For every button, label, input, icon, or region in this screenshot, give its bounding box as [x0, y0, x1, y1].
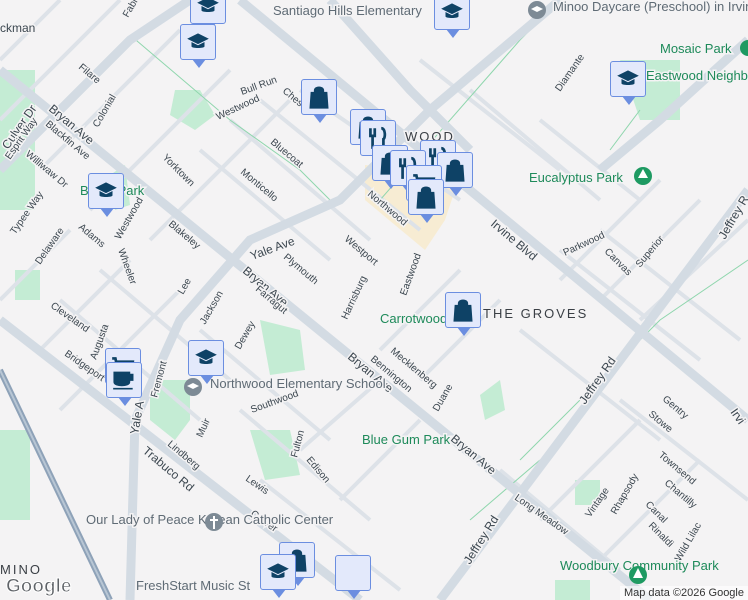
- graduation-cap-icon: [267, 563, 289, 578]
- school-marker[interactable]: [180, 24, 216, 68]
- graduation-cap-icon: [441, 3, 463, 18]
- street-label: Edison: [304, 455, 332, 485]
- street-label: Eastwood: [398, 252, 423, 297]
- park-label-eastwood: Eastwood Neighborhood Park: [646, 68, 748, 83]
- shopping-marker[interactable]: [301, 79, 337, 123]
- school-marker[interactable]: [610, 61, 646, 105]
- street-label: Superior: [634, 233, 667, 270]
- shopping-marker[interactable]: [408, 179, 444, 223]
- street-label: Bryan Ave: [448, 432, 499, 478]
- neighborhood-label: MINO: [0, 562, 42, 577]
- tree-icon: [629, 566, 647, 584]
- park-label-blue-gum: Blue Gum Park: [362, 432, 451, 447]
- school-marker[interactable]: [88, 173, 124, 217]
- street-label: Lee: [176, 276, 194, 296]
- coffee-marker[interactable]: [106, 362, 142, 406]
- street-label: Fabri: [121, 0, 142, 19]
- school-marker[interactable]: [434, 0, 470, 38]
- street-label: ckman: [0, 21, 35, 35]
- google-logo[interactable]: Google: [5, 576, 71, 598]
- street-label: Jeffrey Rd: [461, 513, 502, 567]
- shopping-bag-icon: [309, 86, 329, 109]
- street-label: Jeffrey R: [715, 193, 748, 242]
- shopping-bag-icon: [416, 186, 436, 209]
- graduation-cap-icon: [195, 349, 217, 364]
- graduation-cap-icon: [95, 182, 117, 197]
- park-label-eucalyptus: Eucalyptus Park: [529, 170, 623, 185]
- street-label: Bluecoat: [268, 137, 305, 171]
- school-marker[interactable]: [188, 340, 224, 384]
- park-label-mosaic: Mosaic Park: [660, 41, 732, 56]
- marker[interactable]: [335, 555, 371, 599]
- school-marker[interactable]: [190, 0, 226, 32]
- graduation-cap-icon: [617, 70, 639, 85]
- school-marker[interactable]: [260, 554, 296, 598]
- street-label: Rhapsody: [609, 472, 641, 516]
- street-label: Wheeler: [115, 247, 138, 286]
- shopping-bag-icon: [445, 159, 465, 182]
- street-label: Harrisburg: [340, 274, 370, 321]
- map-attribution[interactable]: Map data ©2026 Google: [619, 586, 748, 600]
- graduation-cap-icon: [187, 33, 209, 48]
- street-label: Westport: [342, 234, 380, 268]
- street-label: Diamante: [553, 52, 587, 94]
- shopping-bag-icon: [453, 299, 473, 322]
- street-label: Dewey: [233, 320, 258, 352]
- shopping-marker[interactable]: [445, 292, 481, 336]
- graduation-cap-icon: [197, 0, 219, 12]
- neighborhood-label: THE GROVES: [483, 306, 588, 321]
- street-label: Westwood: [215, 93, 262, 123]
- place-label: Santiago Hills Elementary: [273, 3, 422, 18]
- place-label: Northwood Elementary School: [210, 376, 386, 391]
- street-label: Adams: [76, 222, 107, 250]
- street-label: Bull Run: [239, 75, 278, 98]
- street-label: Plymouth: [281, 252, 320, 287]
- street-label: Delaware: [33, 225, 66, 266]
- place-label: Minoo Daycare (Preschool) in Irvine...: [553, 0, 748, 14]
- school-icon: [528, 1, 546, 19]
- coffee-cup-icon: [113, 371, 134, 390]
- tree-icon: [634, 167, 652, 185]
- church-icon: [205, 513, 223, 531]
- street-label: Colonial: [91, 93, 119, 130]
- place-label: FreshStart Music St: [136, 578, 251, 593]
- street-label: Yorktown: [160, 152, 197, 189]
